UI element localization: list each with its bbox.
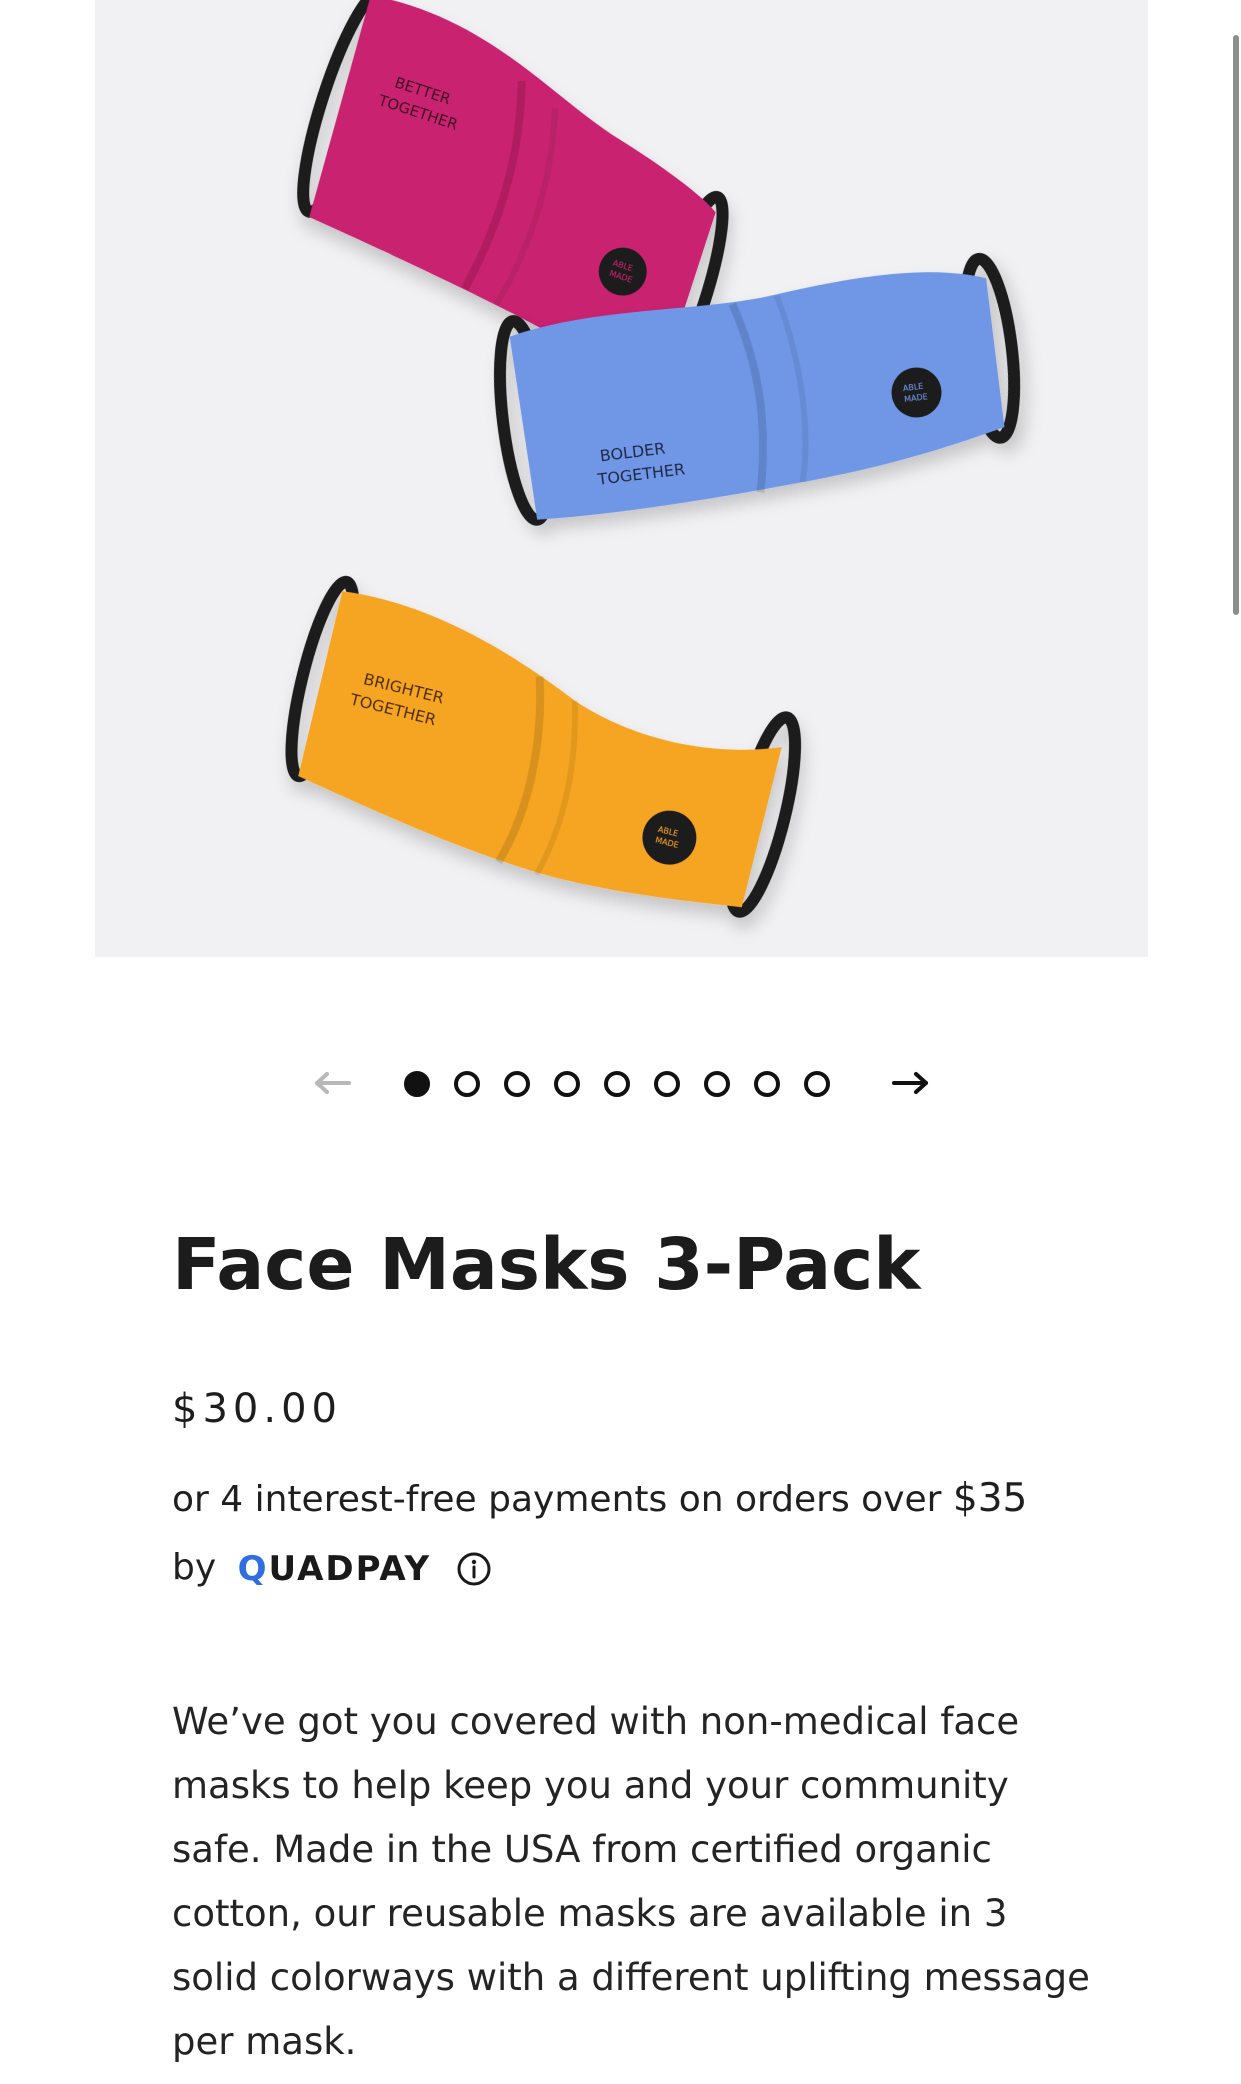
carousel-dot[interactable] <box>804 1071 830 1097</box>
carousel-dot[interactable] <box>754 1071 780 1097</box>
carousel-dot[interactable] <box>604 1071 630 1097</box>
carousel-prev-button[interactable] <box>309 1063 355 1103</box>
carousel-dot[interactable] <box>404 1071 430 1097</box>
carousel-dot[interactable] <box>504 1071 530 1097</box>
quadpay-logo-q: Q <box>237 1549 269 1589</box>
scrollbar-thumb[interactable] <box>1233 35 1239 615</box>
installments-info: or 4 interest-free payments on orders ov… <box>172 1465 1092 1603</box>
carousel-dot[interactable] <box>454 1071 480 1097</box>
face-masks-photo: BETTER TOGETHER ABLE MADE BOLDER TOGETHE… <box>285 0 1021 918</box>
product-title: Face Masks 3-Pack <box>172 1223 921 1306</box>
carousel-nav <box>0 1050 1241 1116</box>
arrow-right-icon <box>892 1072 928 1094</box>
arrow-left-icon <box>315 1072 351 1094</box>
installments-text: or 4 interest-free payments on orders ov… <box>172 1479 953 1520</box>
carousel-dot[interactable] <box>654 1071 680 1097</box>
carousel-dots <box>404 1071 830 1097</box>
carousel-dot[interactable] <box>554 1071 580 1097</box>
product-description: We’ve got you covered with non-medical f… <box>172 1700 1090 2063</box>
orange-mask: BRIGHTER TOGETHER ABLE MADE <box>285 575 802 918</box>
product-price: $30.00 <box>172 1386 342 1432</box>
page-scrollbar[interactable] <box>1231 0 1241 2084</box>
installments-by: by <box>172 1547 217 1588</box>
carousel-dot[interactable] <box>704 1071 730 1097</box>
info-icon[interactable] <box>455 1550 493 1588</box>
quadpay-logo-text: UADPAY <box>268 1549 432 1589</box>
installments-threshold: $35 <box>952 1476 1028 1521</box>
carousel-next-button[interactable] <box>888 1063 934 1103</box>
product-image: BETTER TOGETHER ABLE MADE BOLDER TOGETHE… <box>95 0 1148 957</box>
quadpay-logo: Q UADPAY <box>238 1535 431 1603</box>
